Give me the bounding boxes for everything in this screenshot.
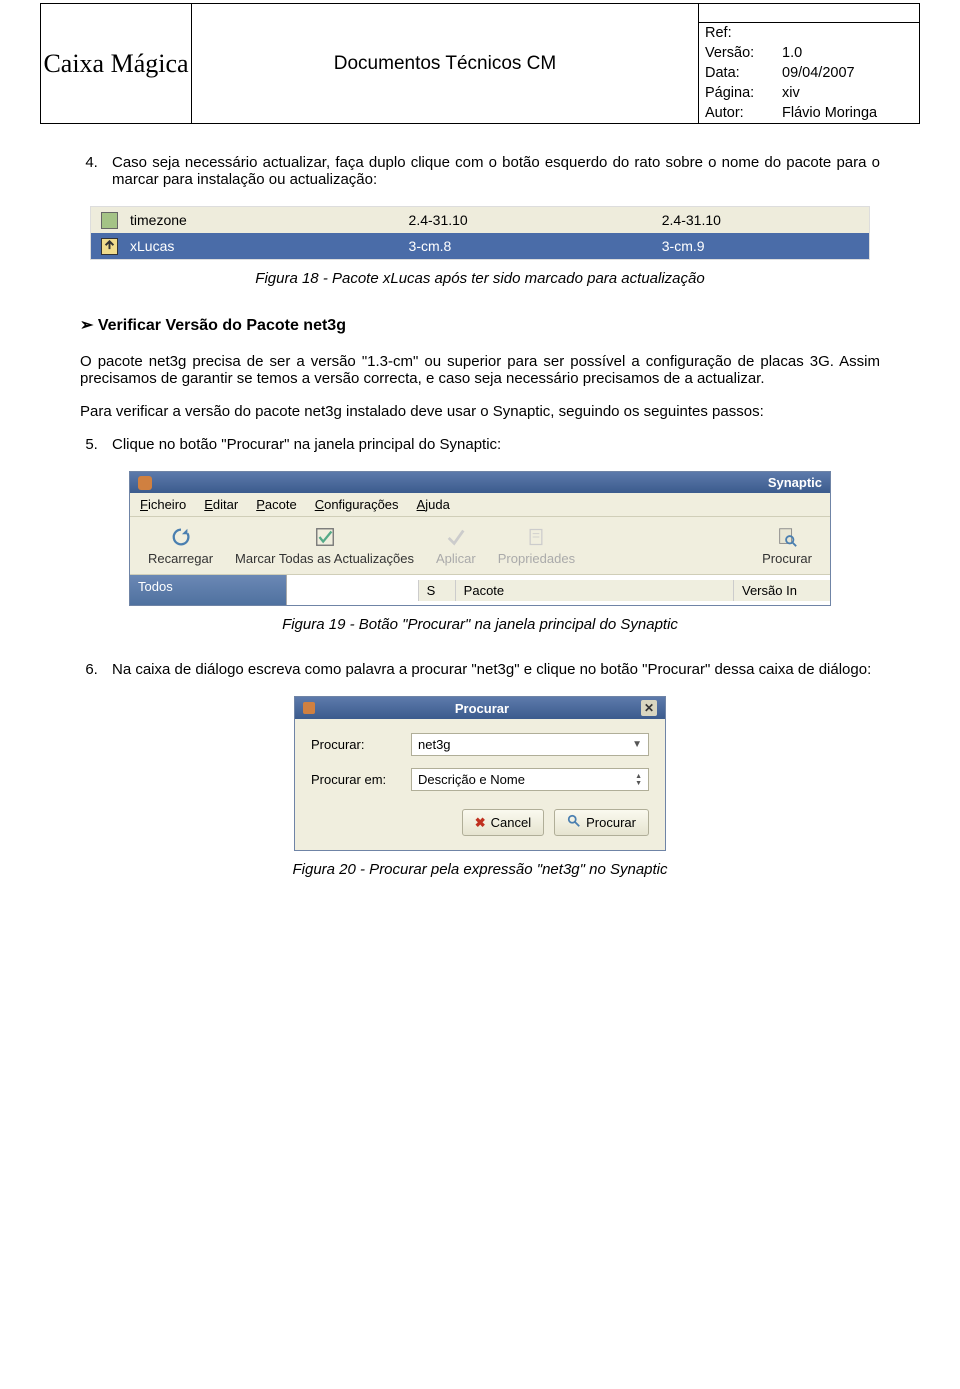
- doc-title: Documentos Técnicos CM: [192, 4, 699, 123]
- search-in-select[interactable]: Descrição e Nome ▲▼: [411, 768, 649, 791]
- screenshot-synaptic-main: Synaptic Ficheiro Editar Pacote Configur…: [129, 471, 831, 606]
- cancel-icon: ✖: [475, 815, 486, 831]
- ref-value: [776, 23, 919, 43]
- sidebar-item-all[interactable]: Todos: [130, 575, 287, 605]
- checkbox-upgrade-icon[interactable]: [101, 238, 118, 255]
- step-5-text: Clique no botão "Procurar" na janela pri…: [102, 436, 880, 453]
- screenshot-package-list: timezone 2.4-31.10 2.4-31.10 xLucas 3-cm…: [90, 206, 870, 260]
- window-titlebar[interactable]: Synaptic: [130, 472, 830, 493]
- search-label: Procurar:: [311, 737, 401, 752]
- apply-icon: [444, 525, 468, 549]
- column-version[interactable]: Versão In: [733, 580, 830, 601]
- package-row-selected[interactable]: xLucas 3-cm.8 3-cm.9: [91, 233, 869, 259]
- figure-20-caption: Figura 20 - Procurar pela expressão "net…: [40, 861, 920, 878]
- figure-19-caption: Figura 19 - Botão "Procurar" na janela p…: [40, 616, 920, 633]
- date-label: Data:: [699, 63, 776, 83]
- page-value: xiv: [776, 83, 919, 103]
- reload-icon: [169, 525, 193, 549]
- page-label: Página:: [699, 83, 776, 103]
- search-button[interactable]: Procurar: [754, 523, 820, 568]
- cancel-button[interactable]: ✖ Cancel: [462, 809, 544, 836]
- apply-button[interactable]: Aplicar: [428, 523, 484, 568]
- package-v1: 3-cm.8: [409, 238, 662, 254]
- doc-metadata: Ref: Versão:1.0 Data:09/04/2007 Página:x…: [699, 4, 919, 123]
- close-icon[interactable]: ✕: [641, 700, 657, 716]
- search-value: net3g: [418, 737, 451, 752]
- properties-label: Propriedades: [498, 551, 575, 566]
- menu-help[interactable]: Ajuda: [417, 497, 450, 512]
- cancel-label: Cancel: [491, 815, 531, 830]
- reload-button[interactable]: Recarregar: [140, 523, 221, 568]
- dialog-titlebar[interactable]: Procurar ✕: [295, 697, 665, 719]
- menubar: Ficheiro Editar Pacote Configurações Aju…: [130, 493, 830, 517]
- package-v1: 2.4-31.10: [409, 212, 662, 228]
- document-header: Caixa Mágica Documentos Técnicos CM Ref:…: [40, 3, 920, 124]
- properties-icon: [524, 525, 548, 549]
- window-icon: [138, 476, 152, 490]
- search-button[interactable]: Procurar: [554, 809, 649, 836]
- version-label: Versão:: [699, 43, 776, 63]
- menu-file[interactable]: Ficheiro: [140, 497, 186, 512]
- column-package[interactable]: Pacote: [455, 580, 733, 601]
- apply-label: Aplicar: [436, 551, 476, 566]
- package-v2: 3-cm.9: [662, 238, 839, 254]
- mark-icon: [313, 525, 337, 549]
- column-s[interactable]: S: [418, 580, 455, 601]
- spin-icon[interactable]: ▲▼: [635, 773, 642, 787]
- search-label: Procurar: [586, 815, 636, 830]
- package-v2: 2.4-31.10: [662, 212, 839, 228]
- author-value: Flávio Moringa: [776, 103, 919, 123]
- search-in-label: Procurar em:: [311, 772, 401, 787]
- properties-button[interactable]: Propriedades: [490, 523, 583, 568]
- list-header: Todos S Pacote Versão In: [130, 575, 830, 605]
- figure-18-caption: Figura 18 - Pacote xLucas após ter sido …: [40, 270, 920, 287]
- author-label: Autor:: [699, 103, 776, 123]
- dialog-title: Procurar: [323, 701, 641, 716]
- section-heading: Verificar Versão do Pacote net3g: [80, 315, 880, 335]
- step-4-text: Caso seja necessário actualizar, faça du…: [102, 154, 880, 188]
- search-input[interactable]: net3g ▼: [411, 733, 649, 756]
- mark-all-button[interactable]: Marcar Todas as Actualizações: [227, 523, 422, 568]
- toolbar: Recarregar Marcar Todas as Actualizações…: [130, 517, 830, 575]
- search-icon: [775, 525, 799, 549]
- package-name: xLucas: [130, 238, 409, 254]
- package-name: timezone: [130, 212, 409, 228]
- menu-edit[interactable]: Editar: [204, 497, 238, 512]
- search-in-value: Descrição e Nome: [418, 772, 525, 787]
- paragraph: Para verificar a versão do pacote net3g …: [80, 403, 880, 420]
- mark-label: Marcar Todas as Actualizações: [235, 551, 414, 566]
- dropdown-icon[interactable]: ▼: [632, 739, 642, 750]
- org-name: Caixa Mágica: [41, 4, 192, 123]
- screenshot-search-dialog: Procurar ✕ Procurar: net3g ▼ Procurar em…: [294, 696, 666, 851]
- version-value: 1.0: [776, 43, 919, 63]
- search-icon: [567, 814, 581, 831]
- checkbox-installed-icon[interactable]: [101, 212, 118, 229]
- search-label: Procurar: [762, 551, 812, 566]
- menu-package[interactable]: Pacote: [256, 497, 296, 512]
- window-title: Synaptic: [768, 475, 822, 490]
- ref-label: Ref:: [699, 23, 776, 43]
- package-row[interactable]: timezone 2.4-31.10 2.4-31.10: [91, 207, 869, 233]
- reload-label: Recarregar: [148, 551, 213, 566]
- window-icon: [303, 702, 315, 714]
- step-6-text: Na caixa de diálogo escreva como palavra…: [102, 661, 880, 678]
- menu-settings[interactable]: Configurações: [315, 497, 399, 512]
- date-value: 09/04/2007: [776, 63, 919, 83]
- paragraph: O pacote net3g precisa de ser a versão "…: [80, 353, 880, 387]
